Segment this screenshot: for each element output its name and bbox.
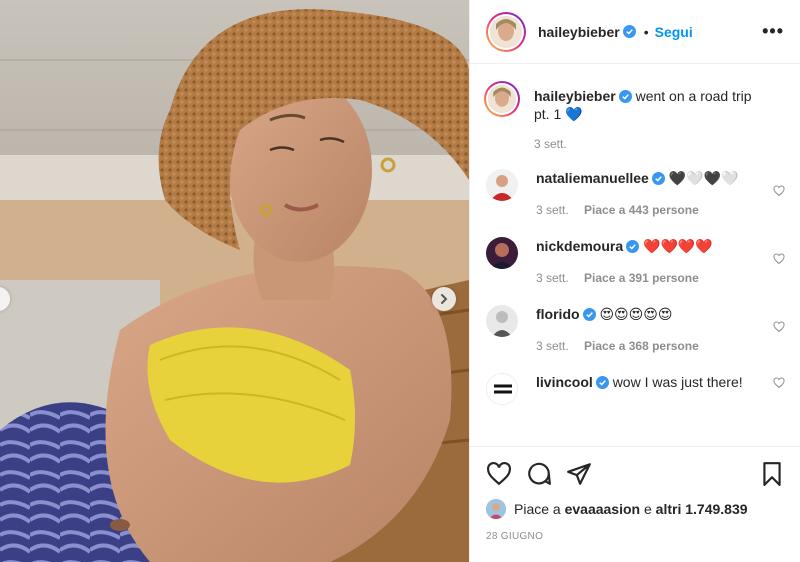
separator-dot: • bbox=[643, 23, 649, 40]
avatar[interactable] bbox=[486, 169, 518, 201]
liker-username[interactable]: evaaaasion bbox=[565, 501, 641, 517]
story-ring[interactable] bbox=[486, 11, 526, 52]
action-icons-row bbox=[486, 457, 785, 491]
heart-icon[interactable] bbox=[486, 461, 512, 487]
heart-icon[interactable] bbox=[773, 377, 785, 389]
bookmark-icon[interactable] bbox=[759, 461, 785, 487]
paper-plane-icon[interactable] bbox=[566, 461, 592, 487]
heart-icon[interactable] bbox=[773, 253, 785, 265]
heart-icon[interactable] bbox=[773, 185, 785, 197]
comment-item: nickdemoura ❤️❤️❤️❤️ 3 sett. Piace a 391… bbox=[486, 237, 785, 287]
avatar[interactable] bbox=[486, 305, 518, 337]
comment-text: 🖤🤍🖤🤍 bbox=[668, 170, 739, 186]
avatar[interactable] bbox=[486, 237, 518, 269]
post-username[interactable]: haileybieber bbox=[538, 24, 620, 40]
post-photo[interactable] bbox=[0, 0, 469, 562]
heart-icon[interactable] bbox=[773, 321, 785, 333]
caption-avatar-ring[interactable] bbox=[484, 81, 520, 117]
caption-time[interactable]: 3 sett. bbox=[534, 137, 567, 151]
verified-badge-icon bbox=[626, 240, 640, 253]
avatar[interactable] bbox=[486, 499, 506, 519]
comments-list[interactable]: haileybieber went on a road trip pt. 1 💙… bbox=[470, 65, 800, 445]
verified-badge-icon bbox=[595, 376, 609, 389]
likes-prefix: Piace a bbox=[514, 501, 561, 517]
comment-likes[interactable]: Piace a 368 persone bbox=[584, 339, 699, 353]
post-header: haileybieber • Segui ••• bbox=[470, 0, 800, 64]
comment-time[interactable]: 3 sett. bbox=[536, 271, 569, 285]
comment-username[interactable]: nickdemoura bbox=[536, 238, 623, 254]
comment-time[interactable]: 3 sett. bbox=[536, 339, 569, 353]
caption-username[interactable]: haileybieber bbox=[534, 88, 616, 104]
post-date[interactable]: 28 GIUGNO bbox=[486, 531, 785, 542]
comment-username[interactable]: florido bbox=[536, 306, 580, 322]
comment-text: wow I was just there! bbox=[612, 374, 743, 390]
likes-middle: e bbox=[643, 501, 652, 517]
comment-item: florido 😍😍😍😍😍 3 sett. Piace a 368 person… bbox=[486, 305, 785, 355]
more-options-button[interactable]: ••• bbox=[762, 21, 784, 42]
post-actions: Piace a evaaaasion e altri 1.749.839 28 … bbox=[470, 446, 800, 542]
chevron-right-icon bbox=[441, 294, 448, 304]
comment-username[interactable]: livincool bbox=[536, 374, 593, 390]
comment-item: nataliemanuellee 🖤🤍🖤🤍 3 sett. Piace a 44… bbox=[486, 169, 785, 219]
comment-username[interactable]: nataliemanuellee bbox=[536, 170, 649, 186]
follow-button[interactable]: Segui bbox=[655, 24, 693, 40]
avatar bbox=[488, 85, 516, 113]
avatar[interactable] bbox=[486, 373, 518, 405]
verified-badge-icon bbox=[618, 90, 632, 103]
avatar bbox=[490, 15, 522, 48]
verified-badge-icon bbox=[582, 308, 596, 321]
comment-likes[interactable]: Piace a 443 persone bbox=[584, 203, 699, 217]
comment-item: livincool wow I was just there! bbox=[486, 373, 785, 405]
caption: haileybieber went on a road trip pt. 1 💙… bbox=[484, 81, 785, 153]
likes-others-count[interactable]: altri 1.749.839 bbox=[656, 501, 748, 517]
comment-likes[interactable]: Piace a 391 persone bbox=[584, 271, 699, 285]
post-side-panel: haileybieber • Segui ••• haileybieber we… bbox=[469, 0, 800, 562]
likes-summary: Piace a evaaaasion e altri 1.749.839 bbox=[486, 499, 785, 519]
verified-badge-icon bbox=[651, 172, 665, 185]
comment-time[interactable]: 3 sett. bbox=[536, 203, 569, 217]
comment-text: 😍😍😍😍😍 bbox=[599, 306, 673, 322]
comment-icon[interactable] bbox=[526, 461, 552, 487]
photo-illustration bbox=[0, 0, 469, 562]
verified-badge-icon bbox=[622, 25, 636, 38]
comment-text: ❤️❤️❤️❤️ bbox=[643, 238, 713, 254]
next-photo-button[interactable] bbox=[432, 287, 456, 311]
